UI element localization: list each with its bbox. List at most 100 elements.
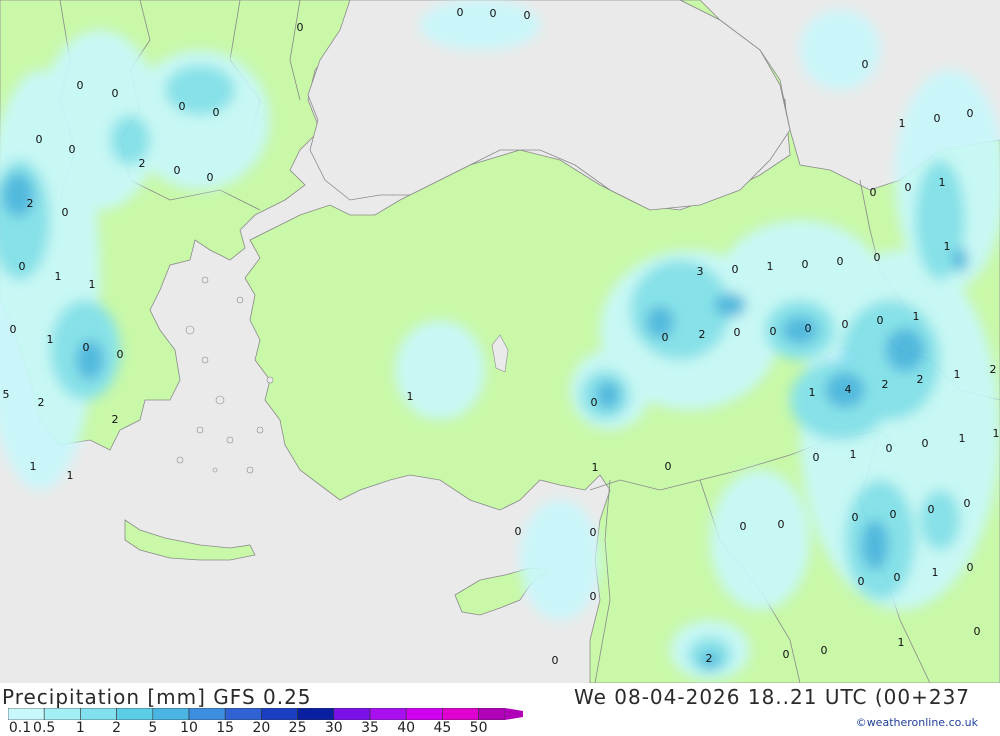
precip-value-label: 0 [36,133,43,146]
precip-value-label: 0 [552,654,559,667]
precip-value-label: 1 [592,461,599,474]
precip-value-label: 0 [886,442,893,455]
precip-value-label: 0 [874,251,881,264]
precip-value-label: 0 [778,518,785,531]
precip-value-label: 0 [877,314,884,327]
precip-value-label: 1 [913,310,920,323]
legend-tick-label: 0.1 [8,720,32,736]
precip-value-label: 0 [964,497,971,510]
precip-value-label: 0 [665,460,672,473]
legend-tick-label: 15 [216,720,235,736]
precip-value-label: 0 [740,520,747,533]
legend-swatch [261,708,298,720]
precip-value-label: 3 [697,265,704,278]
precip-value-label: 0 [821,644,828,657]
precip-value-label: 0 [783,648,790,661]
legend-tick-label: 50 [469,720,488,736]
precip-value-label: 1 [993,427,1000,440]
precip-value-label: 1 [67,469,74,482]
precip-value-label: 2 [699,328,706,341]
legend-swatch [224,708,262,720]
precip-value-label: 1 [30,460,37,473]
legend-swatch [297,708,335,720]
legend-tick-label: 5 [148,720,158,736]
legend-swatch [333,708,371,720]
precip-value-label: 0 [590,526,597,539]
precip-value-label: 5 [3,388,10,401]
precip-value-label: 0 [112,87,119,100]
valid-time: We 08-04-2026 18..21 UTC (00+237 [574,685,971,709]
precip-value-label: 0 [83,341,90,354]
precip-value-label: 0 [967,107,974,120]
precip-value-label: 0 [813,451,820,464]
precip-value-label: 0 [19,260,26,273]
precip-value-label: 0 [922,437,929,450]
precip-value-label: 0 [457,6,464,19]
precip-value-label: 0 [10,323,17,336]
precip-value-label: 0 [213,106,220,119]
precip-value-label: 1 [407,390,414,403]
precip-value-label: 0 [69,143,76,156]
precip-value-label: 1 [954,368,961,381]
legend-swatch [116,708,154,720]
precip-value-label: 0 [842,318,849,331]
precip-value-label: 2 [139,157,146,170]
site-credit: ©weatheronline.co.uk [855,716,978,729]
precip-value-label: 0 [591,396,598,409]
precip-value-label: 1 [959,432,966,445]
precip-value-label: 1 [809,386,816,399]
precip-value-label: 1 [55,270,62,283]
precip-value-label: 0 [77,79,84,92]
precip-value-label: 2 [917,373,924,386]
footer-bar: Precipitation [mm] GFS 0.25 We 08-04-202… [0,683,1000,736]
legend-swatch [8,708,45,720]
precip-value-label: 1 [939,176,946,189]
precip-value-label: 0 [858,575,865,588]
precip-value-label: 0 [928,503,935,516]
precip-value-label: 0 [207,171,214,184]
legend-tick-label: 2 [112,720,122,736]
precip-value-label: 0 [732,263,739,276]
precip-value-label: 0 [117,348,124,361]
legend-swatch [188,708,226,720]
precip-value-label: 1 [89,278,96,291]
legend-swatch [152,708,190,720]
precip-value-label: 0 [974,625,981,638]
legend-tick-label: 40 [397,720,416,736]
legend-swatch [405,708,443,720]
precip-value-label: 2 [990,363,997,376]
precip-value-label: 0 [174,164,181,177]
map-canvas: 0 0 0 0 0 0 0 0 0 2 0 1 0 0 0 0 0 2 0 0 1 0 1 0 1 1 3 0 1 0 0 0 0 1 0 0 2 0 0 0… [0,0,1000,684]
precip-value-label: 1 [850,448,857,461]
legend-swatch [442,708,479,720]
precip-value-label: 2 [112,413,119,426]
precip-value-label: 4 [845,383,852,396]
precip-value-label: 0 [524,9,531,22]
precip-value-label: 1 [47,333,54,346]
precip-value-label: 2 [38,396,45,409]
legend-tick-label: 35 [361,720,379,736]
precip-value-label: 1 [944,240,951,253]
legend-swatch [80,708,117,720]
legend-swatch [369,708,407,720]
legend-tick-label: 20 [252,720,271,736]
precip-value-label: 0 [967,561,974,574]
precipitation-map: 0 0 0 0 0 0 0 0 0 2 0 1 0 0 0 0 0 2 0 0 1 0 1 0 1 1 3 0 1 0 0 0 0 1 0 0 2 0 0 0… [0,0,1000,684]
precip-value-label: 0 [770,325,777,338]
precip-value-label: 1 [932,566,939,579]
legend-tick-label: 10 [180,720,198,736]
precip-value-label: 0 [890,508,897,521]
legend-swatch [43,708,81,720]
precip-value-label: 0 [297,21,304,34]
precip-value-label: 0 [734,326,741,339]
precip-value-label: 0 [805,322,812,335]
precip-value-label: 0 [862,58,869,71]
precip-value-label: 0 [837,255,844,268]
precip-value-label: 0 [490,7,497,20]
map-title: Precipitation [mm] GFS 0.25 [2,685,312,709]
precip-value-label: 0 [62,206,69,219]
precip-value-label: 0 [852,511,859,524]
precip-value-label: 0 [590,590,597,603]
precip-value-label: 2 [27,197,34,210]
precip-value-label: 0 [934,112,941,125]
